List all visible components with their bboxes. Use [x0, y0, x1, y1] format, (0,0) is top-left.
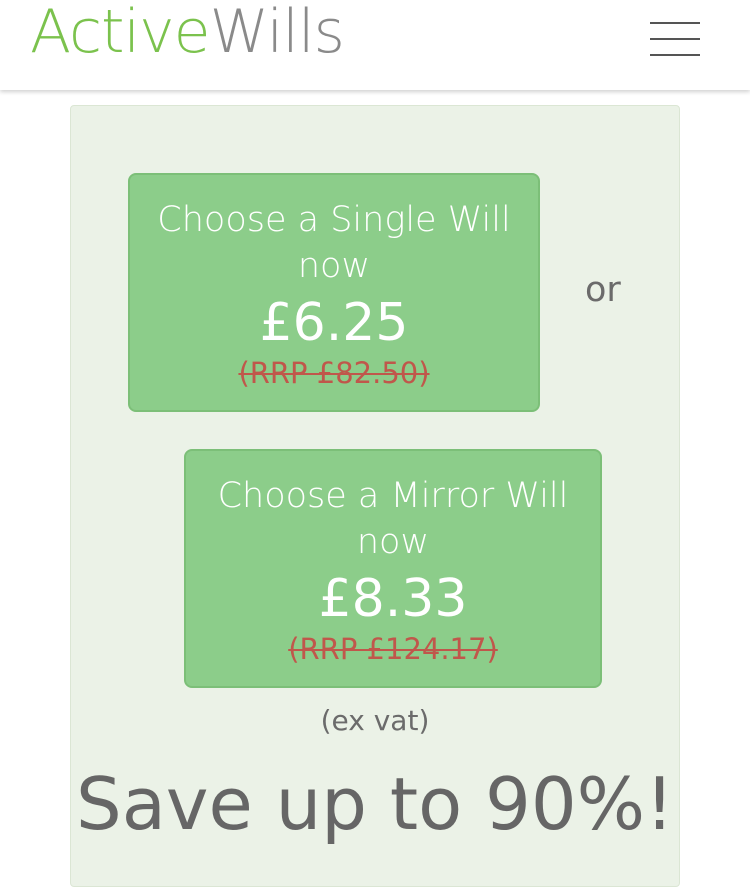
menu-bar-middle [650, 38, 700, 40]
logo-wills-text: Wills [209, 0, 345, 67]
savings-headline: Save up to 90%! [76, 762, 674, 846]
choose-mirror-will-button[interactable]: Choose a Mirror Will now £8.33 (RRP £124… [184, 449, 602, 688]
menu-bar-bottom [650, 54, 700, 56]
mirror-will-rrp: (RRP £124.17) [288, 632, 498, 666]
activewills-logo[interactable]: ActiveWills [30, 0, 345, 72]
hamburger-menu-icon[interactable] [646, 18, 704, 60]
single-will-rrp: (RRP £82.50) [238, 356, 430, 390]
logo-active-text: Active [30, 0, 211, 67]
menu-bar-top [650, 22, 700, 24]
vat-note: (ex vat) [320, 704, 430, 737]
single-will-label: Choose a Single Will now [157, 200, 511, 286]
choose-single-will-button[interactable]: Choose a Single Will now £6.25 (RRP £82.… [128, 173, 540, 412]
single-will-price: £6.25 [259, 293, 409, 353]
mirror-will-price: £8.33 [318, 569, 468, 629]
or-separator: or [585, 270, 621, 310]
mirror-will-label: Choose a Mirror Will now [217, 476, 569, 562]
site-header: ActiveWills [0, 0, 750, 90]
